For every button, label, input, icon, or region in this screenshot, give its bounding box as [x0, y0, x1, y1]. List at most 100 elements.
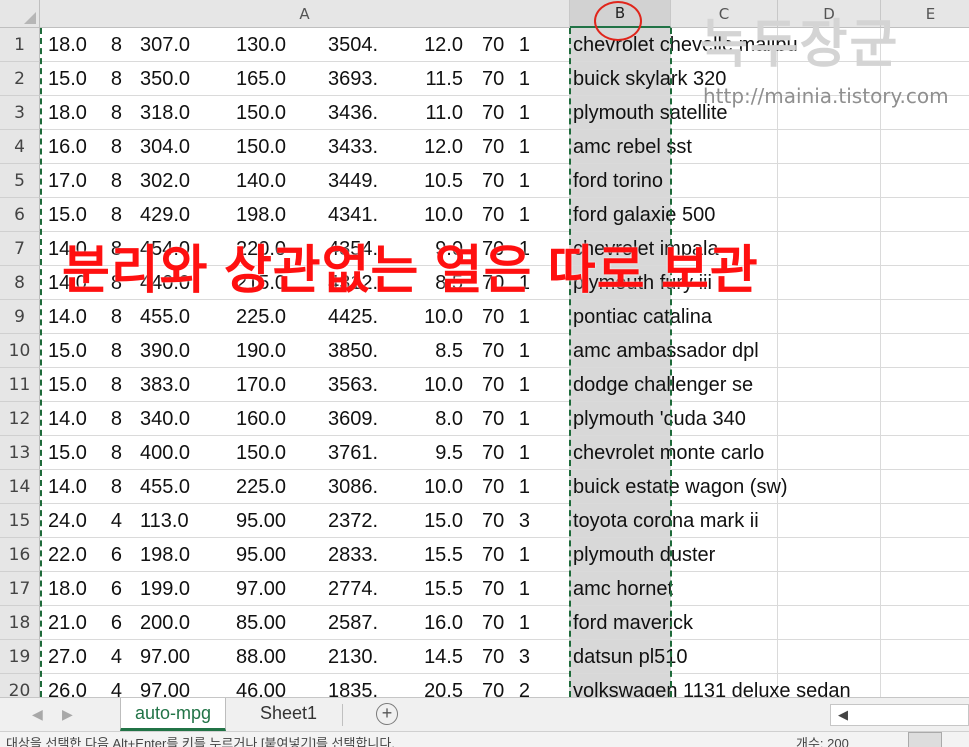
cell-acceleration[interactable]: 15.5: [408, 572, 463, 605]
cell-acceleration[interactable]: 11.5: [408, 62, 463, 95]
cell-acceleration[interactable]: 14.5: [408, 640, 463, 673]
cell-model-year[interactable]: 70: [482, 334, 508, 367]
cell-origin[interactable]: 1: [510, 130, 530, 163]
cell-car-name[interactable]: plymouth 'cuda 340: [573, 402, 969, 435]
cell-acceleration[interactable]: 11.0: [408, 96, 463, 129]
cell-displacement[interactable]: 302.0: [140, 164, 210, 197]
cell-cylinders[interactable]: 4: [104, 504, 122, 537]
cell-mpg[interactable]: 26.0: [48, 674, 108, 697]
row-header[interactable]: 11: [0, 368, 40, 402]
cell-cylinders[interactable]: 8: [104, 300, 122, 333]
cell-origin[interactable]: 1: [510, 402, 530, 435]
cell-origin[interactable]: 1: [510, 96, 530, 129]
cell-acceleration[interactable]: 10.0: [408, 368, 463, 401]
cell-weight[interactable]: 2587.: [328, 606, 388, 639]
cell-displacement[interactable]: 198.0: [140, 538, 210, 571]
cell-cylinders[interactable]: 8: [104, 130, 122, 163]
cell-origin[interactable]: 3: [510, 640, 530, 673]
cell-displacement[interactable]: 350.0: [140, 62, 210, 95]
cell-car-name[interactable]: dodge challenger se: [573, 368, 969, 401]
horizontal-scrollbar[interactable]: [830, 704, 969, 726]
row-header[interactable]: 20: [0, 674, 40, 697]
cell-model-year[interactable]: 70: [482, 368, 508, 401]
cell-weight[interactable]: 2130.: [328, 640, 388, 673]
cell-origin[interactable]: 1: [510, 368, 530, 401]
cell-mpg[interactable]: 15.0: [48, 436, 108, 469]
cell-weight[interactable]: 3449.: [328, 164, 388, 197]
cell-cylinders[interactable]: 8: [104, 164, 122, 197]
cell-origin[interactable]: 1: [510, 164, 530, 197]
cell-origin[interactable]: 1: [510, 538, 530, 571]
cell-horsepower[interactable]: 150.0: [236, 96, 306, 129]
cell-mpg[interactable]: 15.0: [48, 334, 108, 367]
cell-model-year[interactable]: 70: [482, 538, 508, 571]
cell-model-year[interactable]: 70: [482, 96, 508, 129]
cell-origin[interactable]: 1: [510, 572, 530, 605]
cell-weight[interactable]: 3086.: [328, 470, 388, 503]
cell-origin[interactable]: 1: [510, 606, 530, 639]
cell-cylinders[interactable]: 8: [104, 28, 122, 61]
cell-model-year[interactable]: 70: [482, 130, 508, 163]
cell-car-name[interactable]: ford maverick: [573, 606, 969, 639]
cell-acceleration[interactable]: 10.0: [408, 300, 463, 333]
cell-displacement[interactable]: 199.0: [140, 572, 210, 605]
tab-auto-mpg[interactable]: auto-mpg: [120, 698, 227, 731]
cell-horsepower[interactable]: 225.0: [236, 470, 306, 503]
cell-origin[interactable]: 1: [510, 28, 530, 61]
cell-mpg[interactable]: 15.0: [48, 368, 108, 401]
cell-origin[interactable]: 3: [510, 504, 530, 537]
cell-weight[interactable]: 3563.: [328, 368, 388, 401]
select-all-corner[interactable]: [0, 0, 40, 28]
column-header-a[interactable]: A: [40, 0, 570, 28]
cell-model-year[interactable]: 70: [482, 198, 508, 231]
cell-cylinders[interactable]: 8: [104, 402, 122, 435]
row-header[interactable]: 6: [0, 198, 40, 232]
cell-horsepower[interactable]: 190.0: [236, 334, 306, 367]
cell-cylinders[interactable]: 6: [104, 606, 122, 639]
spreadsheet-grid[interactable]: A B C D E 1 18.0 8 307.0 130.0 3504. 12.0 70 1 ch…: [0, 0, 969, 697]
cell-cylinders[interactable]: 8: [104, 368, 122, 401]
cell-cylinders[interactable]: 8: [104, 198, 122, 231]
cell-weight[interactable]: 3761.: [328, 436, 388, 469]
cell-car-name[interactable]: chevrolet monte carlo: [573, 436, 969, 469]
cell-acceleration[interactable]: 10.5: [408, 164, 463, 197]
scroll-left-icon[interactable]: ◀: [838, 707, 848, 723]
cell-displacement[interactable]: 97.00: [140, 674, 210, 697]
cell-mpg[interactable]: 15.0: [48, 198, 108, 231]
cell-horsepower[interactable]: 85.00: [236, 606, 306, 639]
row-header[interactable]: 7: [0, 232, 40, 266]
cell-weight[interactable]: 3850.: [328, 334, 388, 367]
normal-view-button[interactable]: [908, 732, 942, 747]
cell-cylinders[interactable]: 8: [104, 470, 122, 503]
cell-displacement[interactable]: 455.0: [140, 300, 210, 333]
cell-model-year[interactable]: 70: [482, 640, 508, 673]
cell-mpg[interactable]: 18.0: [48, 572, 108, 605]
cell-mpg[interactable]: 14.0: [48, 402, 108, 435]
row-header[interactable]: 3: [0, 96, 40, 130]
cell-mpg[interactable]: 27.0: [48, 640, 108, 673]
cell-car-name[interactable]: amc ambassador dpl: [573, 334, 969, 367]
cell-horsepower[interactable]: 150.0: [236, 130, 306, 163]
cell-car-name[interactable]: ford galaxie 500: [573, 198, 969, 231]
tab-scroll-right-icon[interactable]: ▶: [62, 706, 73, 723]
cell-acceleration[interactable]: 10.0: [408, 198, 463, 231]
cell-model-year[interactable]: 70: [482, 572, 508, 605]
cell-horsepower[interactable]: 170.0: [236, 368, 306, 401]
row-header[interactable]: 8: [0, 266, 40, 300]
cell-displacement[interactable]: 200.0: [140, 606, 210, 639]
cell-model-year[interactable]: 70: [482, 402, 508, 435]
cell-horsepower[interactable]: 95.00: [236, 538, 306, 571]
cell-model-year[interactable]: 70: [482, 674, 508, 697]
cell-acceleration[interactable]: 20.5: [408, 674, 463, 697]
cell-car-name[interactable]: toyota corona mark ii: [573, 504, 969, 537]
cell-mpg[interactable]: 17.0: [48, 164, 108, 197]
row-header[interactable]: 19: [0, 640, 40, 674]
cell-origin[interactable]: 2: [510, 674, 530, 697]
cell-mpg[interactable]: 16.0: [48, 130, 108, 163]
cell-mpg[interactable]: 18.0: [48, 96, 108, 129]
cell-model-year[interactable]: 70: [482, 164, 508, 197]
row-header[interactable]: 4: [0, 130, 40, 164]
cell-car-name[interactable]: pontiac catalina: [573, 300, 969, 333]
cell-horsepower[interactable]: 97.00: [236, 572, 306, 605]
cell-weight[interactable]: 3433.: [328, 130, 388, 163]
